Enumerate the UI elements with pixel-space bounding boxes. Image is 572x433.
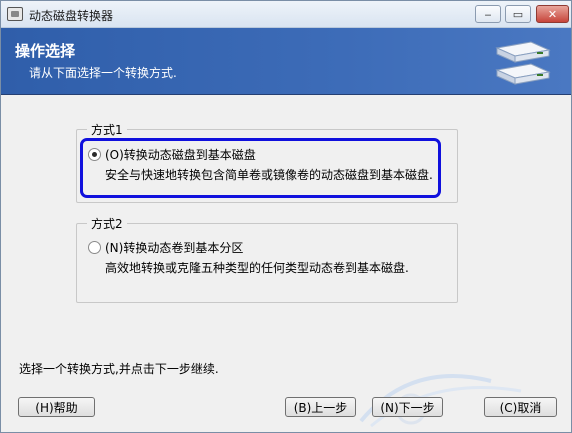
title-bar[interactable]: 动态磁盘转换器 ‒ ▭ ✕ (1, 1, 571, 28)
option2-description: 高效地转换或克隆五种类型的任何类型动态卷到基本磁盘. (105, 261, 409, 275)
minimize-button[interactable]: ‒ (475, 5, 501, 23)
help-button[interactable]: (H)帮助 (18, 397, 95, 417)
selection-highlight (80, 138, 441, 198)
app-disk-icon (7, 7, 23, 21)
close-icon: ✕ (547, 7, 558, 21)
cancel-button-label: (C)取消 (499, 400, 542, 415)
header-banner: 操作选择 请从下面选择一个转换方式. (1, 28, 571, 95)
next-button[interactable]: (N)下一步 (372, 397, 443, 417)
converter-window: 动态磁盘转换器 ‒ ▭ ✕ 操作选择 请从下面选择一个转换方式. 方式1 (O)… (0, 0, 572, 433)
page-title: 操作选择 (15, 42, 76, 60)
window-title: 动态磁盘转换器 (29, 9, 114, 23)
cancel-button[interactable]: (C)取消 (484, 397, 557, 417)
option1-legend: 方式1 (87, 121, 127, 138)
maximize-icon: ▭ (512, 7, 524, 21)
maximize-button[interactable]: ▭ (505, 5, 531, 23)
option2-radio[interactable] (88, 241, 101, 254)
next-button-label: (N)下一步 (380, 400, 435, 415)
option2-legend: 方式2 (87, 215, 127, 232)
back-button[interactable]: (B)上一步 (285, 397, 356, 417)
option2-radio-row[interactable]: (N)转换动态卷到基本分区 (88, 239, 243, 256)
disk-convert-icon (495, 41, 551, 85)
help-button-label: (H)帮助 (35, 400, 78, 415)
option2-label[interactable]: (N)转换动态卷到基本分区 (105, 239, 243, 256)
instruction-text: 选择一个转换方式,并点击下一步继续. (19, 362, 219, 376)
page-subtitle: 请从下面选择一个转换方式. (29, 66, 177, 80)
close-button[interactable]: ✕ (536, 5, 569, 23)
minimize-icon: ‒ (484, 7, 492, 21)
back-button-label: (B)上一步 (293, 400, 348, 415)
watermark-logo (359, 374, 522, 428)
